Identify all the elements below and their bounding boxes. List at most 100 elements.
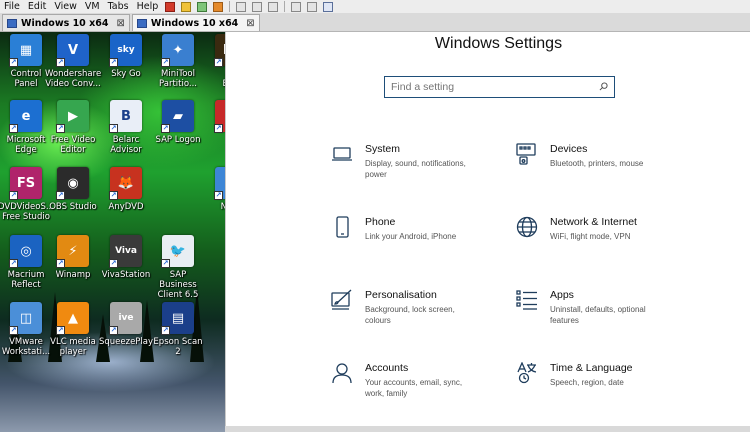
- time-language-icon: [517, 362, 537, 384]
- snapshot-manager-icon[interactable]: [268, 1, 279, 12]
- apps-list-icon: [516, 290, 537, 310]
- menu-tabs[interactable]: Tabs: [104, 0, 133, 13]
- desktop-icon-vlc[interactable]: ▲ ↗ VLC media player: [45, 302, 101, 357]
- control-panel-icon: ▦ ↗: [9, 34, 42, 67]
- search-icon[interactable]: [599, 82, 608, 91]
- desktop-icon-sap-logon[interactable]: ▰ ↗ SAP Logon: [150, 100, 206, 145]
- desktop-icon-adobe-bridge[interactable]: Br↗ Ad Brid: [203, 34, 225, 89]
- desktop-icon-vivastation[interactable]: Viva ↗ VivaStation: [98, 235, 154, 280]
- desktop-icon-label: SAP Logon: [155, 135, 201, 145]
- vivastation-icon: Viva ↗: [109, 235, 142, 268]
- desktop-icon-belarc[interactable]: B ↗ Belarc Advisor: [98, 100, 154, 155]
- power-off-icon[interactable]: [165, 1, 176, 12]
- desktop-icon-label: VivaStation: [101, 270, 151, 280]
- anydvd-icon: 🦊 ↗: [109, 167, 142, 200]
- free-video-editor-icon: ▶ ↗: [56, 100, 89, 133]
- tile-title: Personalisation: [365, 289, 437, 301]
- search-box[interactable]: [384, 76, 615, 98]
- shortcut-arrow-icon: ↗: [109, 124, 118, 133]
- desktop-icon-network[interactable]: ⊞↗ Net -: [203, 167, 225, 212]
- desktop-icon-label: Net -: [220, 202, 225, 212]
- tile-description: Speech, region, date: [550, 378, 624, 387]
- vmware-icon: ◫ ↗: [9, 302, 42, 335]
- shortcut-arrow-icon: ↗: [214, 124, 223, 133]
- shortcut-arrow-icon: ↗: [56, 326, 65, 335]
- vm-tab-1[interactable]: Windows 10 x64 ⊠: [2, 14, 130, 31]
- snapshot-icon[interactable]: [236, 1, 247, 12]
- tile-description: Background, lock screen, colours: [365, 305, 455, 325]
- desktop-icon-wondershare[interactable]: V ↗ Wondershare Video Conv...: [45, 34, 101, 89]
- console-view-icon[interactable]: [323, 1, 334, 12]
- icon-glyph: ▲: [68, 310, 78, 326]
- menu-vm[interactable]: VM: [81, 0, 104, 13]
- tile-description: Link your Android, iPhone: [365, 232, 457, 241]
- desktop-icon-label: Free Video Editor: [50, 135, 96, 155]
- sap-business-client-icon: 🐦 ↗: [161, 235, 194, 268]
- desktop-icon-minitool[interactable]: ✦ ↗ MiniTool Partitio...: [150, 34, 206, 89]
- shortcut-arrow-icon: ↗: [109, 58, 118, 67]
- icon-glyph: B: [121, 108, 131, 124]
- belarc-icon: B ↗: [109, 100, 142, 133]
- vm-tab-2[interactable]: Windows 10 x64 ⊠: [131, 14, 260, 31]
- full-screen-icon[interactable]: [291, 1, 302, 12]
- globe-icon: [516, 216, 538, 238]
- dvdvideosoft-icon: FS ↗: [9, 167, 42, 200]
- vm-tab-label: Windows 10 x64: [150, 17, 239, 29]
- desktop-icon-epson-scan[interactable]: ▤ ↗ Epson Scan 2: [150, 302, 206, 357]
- desktop-icon-label: MiniTool Partitio...: [159, 69, 197, 89]
- icon-glyph: ◫: [19, 310, 33, 326]
- vm-icon: [136, 18, 147, 28]
- menu-edit[interactable]: Edit: [24, 0, 50, 13]
- unity-icon[interactable]: [307, 1, 318, 12]
- sky-go-icon: sky ↗: [109, 34, 142, 67]
- close-tab-icon[interactable]: ⊠: [116, 18, 124, 29]
- desktop-icon-label: OBS Studio: [49, 202, 97, 212]
- power-on-icon[interactable]: [197, 1, 208, 12]
- search-input[interactable]: [391, 80, 591, 94]
- vm-menu-bar: File Edit View VM Tabs Help: [0, 0, 750, 13]
- network-icon: ⊞↗: [214, 167, 225, 200]
- menu-help[interactable]: Help: [133, 0, 163, 13]
- sap-logon-icon: ▰ ↗: [161, 100, 194, 133]
- shortcut-arrow-icon: ↗: [161, 326, 170, 335]
- icon-glyph: 🐦: [169, 243, 187, 259]
- shortcut-arrow-icon: ↗: [9, 191, 18, 200]
- reset-icon[interactable]: [213, 1, 224, 12]
- desktop-icon-winamp[interactable]: ⚡ ↗ Winamp: [45, 235, 101, 280]
- desktop-icon-partial-red[interactable]: F↗: [203, 100, 225, 135]
- tile-description: Your accounts, email, sync, work, family: [365, 378, 463, 398]
- menu-view[interactable]: View: [50, 0, 81, 13]
- icon-glyph: ✦: [172, 42, 184, 58]
- revert-snapshot-icon[interactable]: [252, 1, 263, 12]
- desktop-icon-squeezeplay[interactable]: ive ↗ SqueezePlay: [98, 302, 154, 347]
- partial-red-icon: F↗: [214, 100, 225, 133]
- close-tab-icon[interactable]: ⊠: [246, 18, 254, 29]
- icon-glyph: ive: [118, 313, 134, 323]
- shortcut-arrow-icon: ↗: [109, 326, 118, 335]
- icon-glyph: sky: [117, 45, 135, 55]
- settings-window-bottom-edge: [225, 426, 750, 432]
- guest-desktop[interactable]: ▦ ↗ Control Panel V ↗ Wondershare Video Conv.…: [0, 32, 225, 432]
- icon-glyph: e: [21, 108, 31, 124]
- shortcut-arrow-icon: ↗: [9, 58, 18, 67]
- desktop-icon-sky-go[interactable]: sky ↗ Sky Go: [98, 34, 154, 79]
- shortcut-arrow-icon: ↗: [109, 259, 118, 268]
- desktop-icon-free-video-editor[interactable]: ▶ ↗ Free Video Editor: [45, 100, 101, 155]
- shortcut-arrow-icon: ↗: [56, 58, 65, 67]
- desktop-icon-anydvd[interactable]: 🦊 ↗ AnyDVD: [98, 167, 154, 212]
- icon-glyph: V: [67, 42, 79, 58]
- desktop-icon-obs[interactable]: ◉ ↗ OBS Studio: [45, 167, 101, 212]
- icon-glyph: FS: [16, 175, 36, 191]
- icon-glyph: ▶: [68, 108, 78, 124]
- page-title: Windows Settings: [434, 35, 563, 52]
- toolbar-separator: [229, 1, 231, 12]
- vlc-icon: ▲ ↗: [56, 302, 89, 335]
- icon-glyph: ◉: [67, 175, 79, 191]
- tile-description: Uninstall, defaults, optional features: [550, 305, 646, 325]
- menu-file[interactable]: File: [0, 0, 24, 13]
- suspend-icon[interactable]: [181, 1, 192, 12]
- shortcut-arrow-icon: ↗: [9, 259, 18, 268]
- tile-title: Apps: [550, 289, 574, 301]
- desktop-icon-sap-business-client[interactable]: 🐦 ↗ SAP Business Client 6.5: [150, 235, 206, 300]
- desktop-icon-label: SAP Business Client 6.5: [157, 270, 199, 300]
